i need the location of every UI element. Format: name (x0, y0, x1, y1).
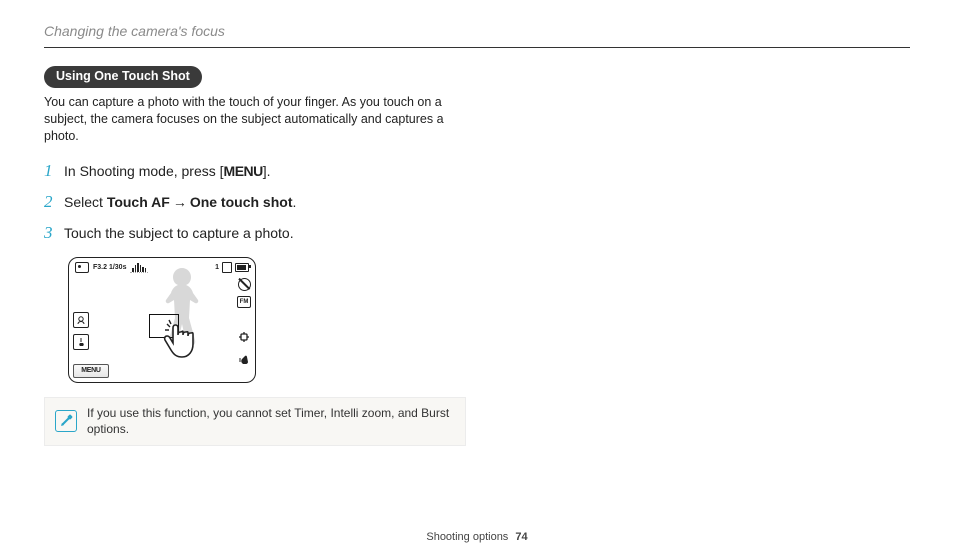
step-text: Select Touch AF → One touch shot. (64, 193, 296, 212)
step-text: Touch the subject to capture a photo. (64, 224, 294, 243)
note-icon (55, 410, 77, 432)
section-title: Changing the camera's focus (44, 22, 910, 48)
note-callout: If you use this function, you cannot set… (44, 397, 466, 445)
note-text: If you use this function, you cannot set… (87, 405, 455, 437)
step-number: 3 (44, 222, 64, 245)
step-number: 2 (44, 191, 64, 214)
camera-mode-icon (75, 262, 89, 273)
image-stabilization-icon (237, 330, 251, 347)
step-1: 1 In Shooting mode, press [MENU]. (44, 160, 484, 183)
face-detection-icon (73, 312, 89, 328)
photo-size-icon: FM (237, 296, 251, 308)
footer-label: Shooting options (426, 531, 508, 543)
step-number: 1 (44, 160, 64, 183)
arrow-icon: → (170, 193, 190, 212)
page-footer: Shooting options 74 (0, 530, 954, 545)
page-number: 74 (515, 531, 527, 543)
flash-off-icon (238, 278, 251, 291)
step-3: 3 Touch the subject to capture a photo. (44, 222, 484, 245)
step-text: In Shooting mode, press [MENU]. (64, 162, 271, 181)
touch-hand-icon (159, 318, 203, 362)
step-2: 2 Select Touch AF → One touch shot. (44, 191, 484, 214)
shot-counter: 1 (215, 263, 219, 272)
hand-shake-icon (237, 352, 251, 369)
subsection-pill: Using One Touch Shot (44, 66, 202, 88)
exposure-readout: F3.2 1/30s (93, 263, 126, 272)
battery-icon (235, 263, 249, 272)
histogram-icon (130, 263, 148, 273)
menu-label-inline: MENU (224, 163, 263, 179)
steps-list: 1 In Shooting mode, press [MENU]. 2 Sele… (44, 160, 484, 245)
intro-text: You can capture a photo with the touch o… (44, 94, 464, 145)
menu-button: MENU (73, 364, 109, 378)
touch-mode-icon (73, 334, 89, 350)
camera-screen-illustration: F3.2 1/30s 1 FM (68, 257, 256, 383)
